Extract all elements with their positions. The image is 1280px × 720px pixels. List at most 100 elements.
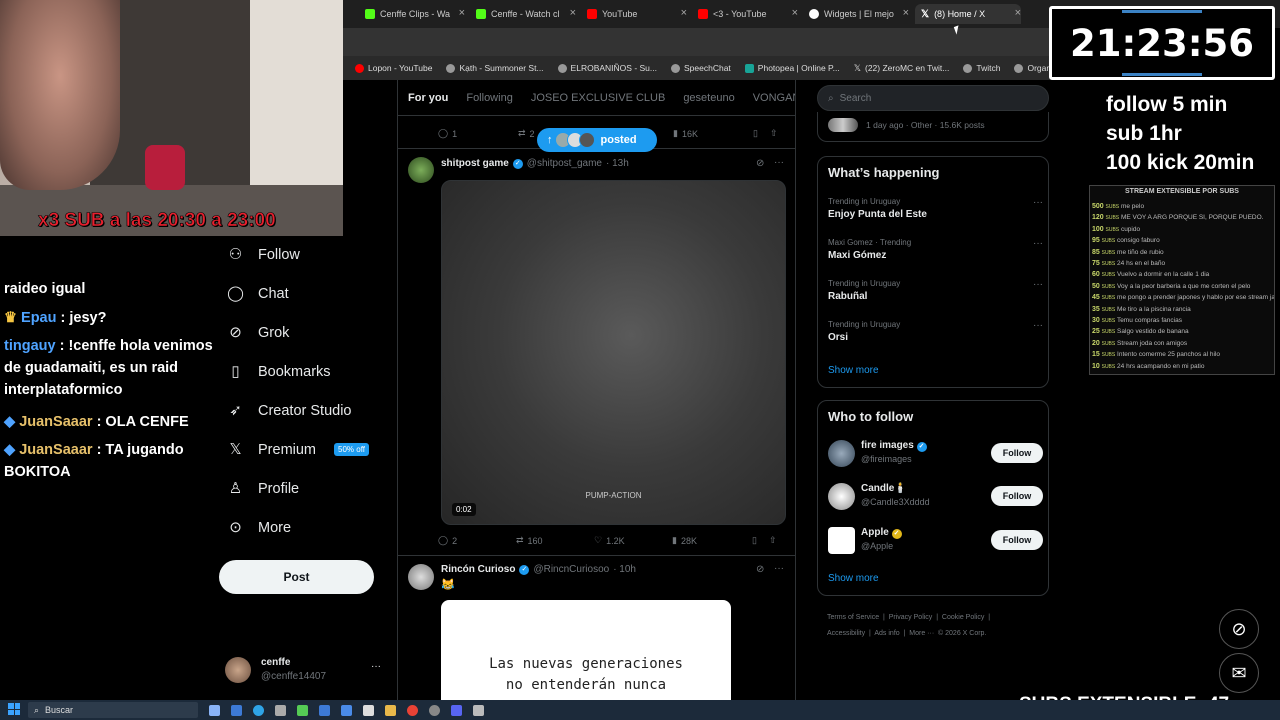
views-button[interactable]: ▮ 16K bbox=[673, 128, 753, 139]
windows-start-icon[interactable] bbox=[8, 703, 20, 715]
chat-message: ◆ JuanSaaar : OLA CENFE bbox=[4, 414, 189, 430]
browser-tab-active[interactable]: 𝕏 (8) Home / X × bbox=[915, 4, 1021, 24]
grok-icon[interactable]: ⊘ bbox=[756, 158, 764, 169]
messages-icon[interactable]: ✉ bbox=[1219, 653, 1259, 693]
author-handle[interactable]: @RincnCuriosoo bbox=[533, 564, 609, 575]
tab-close-icon[interactable]: × bbox=[681, 7, 687, 19]
app-icon[interactable] bbox=[473, 704, 484, 716]
nav-item-chat[interactable]: ◯ Chat bbox=[227, 285, 289, 302]
trend-item[interactable]: Maxi Gomez · Trending Maxi Gómez ··· bbox=[828, 238, 1043, 261]
chrome-icon[interactable] bbox=[407, 704, 418, 716]
task-view-icon[interactable] bbox=[209, 704, 220, 716]
more-icon[interactable]: ··· bbox=[371, 661, 381, 672]
tab-close-icon[interactable]: × bbox=[459, 7, 465, 19]
trend-item[interactable]: Trending in Uruguay Rabuñal ··· bbox=[828, 279, 1043, 302]
subs-goal-row: 95 SUBS consigo faburo bbox=[1092, 237, 1160, 245]
tab-list[interactable]: VONGANG bbox=[753, 92, 795, 104]
trend-item[interactable]: Trending in Uruguay Enjoy Punta del Este ·… bbox=[828, 197, 1043, 220]
more-icon[interactable]: ··· bbox=[1033, 238, 1043, 249]
more-icon[interactable]: ··· bbox=[774, 563, 784, 574]
grok-icon[interactable]: ⊘ bbox=[756, 564, 764, 575]
bookmark[interactable]: 𝕏 (22) ZeroMC en Twit... bbox=[854, 63, 950, 74]
more-icon[interactable]: ··· bbox=[1033, 197, 1043, 208]
nav-item-follow[interactable]: ⚇ Follow bbox=[227, 246, 300, 263]
bookmark[interactable]: Kạth - Summoner St... bbox=[446, 63, 544, 73]
avatar[interactable] bbox=[408, 564, 434, 590]
browser-tab[interactable]: Cenffe Clips - Wa × bbox=[365, 4, 465, 24]
nav-item-creator-studio[interactable]: ➶ Creator Studio bbox=[227, 402, 351, 419]
bookmark-icon[interactable]: ▯ bbox=[753, 128, 758, 139]
address-bar[interactable] bbox=[343, 28, 1050, 56]
grok-icon[interactable]: ⊘ bbox=[1219, 609, 1259, 649]
bookmark-icon[interactable]: ▯ bbox=[752, 535, 757, 546]
browser-tab[interactable]: YouTube × bbox=[587, 4, 687, 24]
app-icon[interactable] bbox=[319, 704, 330, 716]
tab-close-icon[interactable]: × bbox=[903, 7, 909, 19]
more-circle-icon: ⊙ bbox=[229, 519, 242, 536]
trend-item[interactable]: Trending in Uruguay Orsi ··· bbox=[828, 320, 1043, 343]
tab-list[interactable]: JOSEO EXCLUSIVE CLUB bbox=[531, 92, 666, 104]
app-icon[interactable] bbox=[297, 704, 308, 716]
app-icon[interactable] bbox=[341, 704, 352, 716]
browser-tab[interactable]: <3 - YouTube × bbox=[698, 4, 798, 24]
repost-button[interactable]: ⇄ 160 bbox=[516, 535, 594, 546]
reply-button[interactable]: ◯ 2 bbox=[438, 535, 516, 546]
tweet-image[interactable]: Las nuevas generaciones no entenderán nu… bbox=[441, 600, 731, 700]
new-posts-pill[interactable]: ↑ posted bbox=[537, 128, 657, 152]
bookmark[interactable]: Twitch bbox=[963, 63, 1000, 73]
share-icon[interactable]: ⇧ bbox=[770, 128, 778, 139]
taskbar-search[interactable]: ⌕ Buscar bbox=[28, 702, 198, 718]
show-more-link[interactable]: Show more bbox=[828, 573, 879, 584]
views-button[interactable]: ▮ 28K bbox=[672, 535, 752, 546]
more-icon[interactable]: ··· bbox=[1033, 320, 1043, 331]
app-icon[interactable] bbox=[231, 704, 242, 716]
reply-button[interactable]: ◯ 1 bbox=[438, 128, 518, 139]
tab-following[interactable]: Following bbox=[466, 92, 512, 104]
nav-item-profile[interactable]: ♙ Profile bbox=[227, 480, 299, 497]
more-icon[interactable]: ··· bbox=[774, 157, 784, 168]
discord-icon[interactable] bbox=[451, 704, 462, 716]
kick-icon bbox=[365, 9, 375, 19]
search-input[interactable]: ⌕ Search bbox=[817, 85, 1049, 111]
like-button[interactable]: ♡ 1.2K bbox=[594, 535, 672, 546]
follow-suggestion[interactable]: Apple ✓ @Apple Follow bbox=[828, 527, 1043, 557]
globe-icon bbox=[1014, 63, 1024, 73]
tweet-video[interactable]: PUMP-ACTION 0:02 bbox=[441, 180, 786, 525]
author-handle[interactable]: @shitpost_game bbox=[527, 158, 602, 169]
tab-for-you[interactable]: For you bbox=[408, 92, 448, 104]
follow-button[interactable]: Follow bbox=[991, 486, 1043, 506]
follow-button[interactable]: Follow bbox=[991, 443, 1043, 463]
nav-item-premium[interactable]: 𝕏 Premium 50% off bbox=[227, 441, 369, 458]
more-icon[interactable]: ··· bbox=[1033, 279, 1043, 290]
verified-icon: ✓ bbox=[519, 564, 530, 575]
tab-list[interactable]: geseteuno bbox=[683, 92, 734, 104]
browser-tab[interactable]: Cenffe - Watch cl × bbox=[476, 4, 576, 24]
bookmark[interactable]: ELROBANIÑOS - Su... bbox=[557, 63, 657, 73]
browser-tab[interactable]: Widgets | El mejo × bbox=[809, 4, 909, 24]
bookmark[interactable]: Photopea | Online P... bbox=[744, 63, 840, 73]
follow-suggestion[interactable]: fire images ✓ @fireimages Follow bbox=[828, 440, 1043, 470]
app-icon[interactable] bbox=[363, 704, 374, 716]
avatar[interactable] bbox=[408, 157, 434, 183]
app-icon[interactable] bbox=[275, 704, 286, 716]
folder-icon[interactable] bbox=[385, 704, 396, 716]
author-name[interactable]: shitpost game bbox=[441, 158, 509, 169]
tab-close-icon[interactable]: × bbox=[792, 7, 798, 19]
author-name[interactable]: Rincón Curioso bbox=[441, 564, 515, 575]
follow-button[interactable]: Follow bbox=[991, 530, 1043, 550]
obs-icon[interactable] bbox=[429, 704, 440, 716]
post-button[interactable]: Post bbox=[219, 560, 374, 594]
share-icon[interactable]: ⇧ bbox=[769, 535, 777, 546]
tab-close-icon[interactable]: × bbox=[1015, 7, 1021, 19]
nav-item-bookmarks[interactable]: ▯ Bookmarks bbox=[227, 363, 330, 380]
show-more-link[interactable]: Show more bbox=[828, 365, 879, 376]
account-switcher[interactable]: cenffe @cenffe14407 ··· bbox=[225, 655, 395, 687]
nav-item-more[interactable]: ⊙ More bbox=[227, 519, 291, 536]
profile-icon: ♙ bbox=[228, 480, 243, 497]
follow-suggestion[interactable]: Candle🕯️ @Candle3Xdddd Follow bbox=[828, 483, 1043, 513]
tab-close-icon[interactable]: × bbox=[570, 7, 576, 19]
nav-item-grok[interactable]: ⊘ Grok bbox=[227, 324, 289, 341]
edge-icon[interactable] bbox=[253, 704, 264, 716]
bookmark[interactable]: SpeechChat bbox=[671, 63, 731, 73]
bookmark[interactable]: Lopon - YouTube bbox=[355, 63, 432, 73]
